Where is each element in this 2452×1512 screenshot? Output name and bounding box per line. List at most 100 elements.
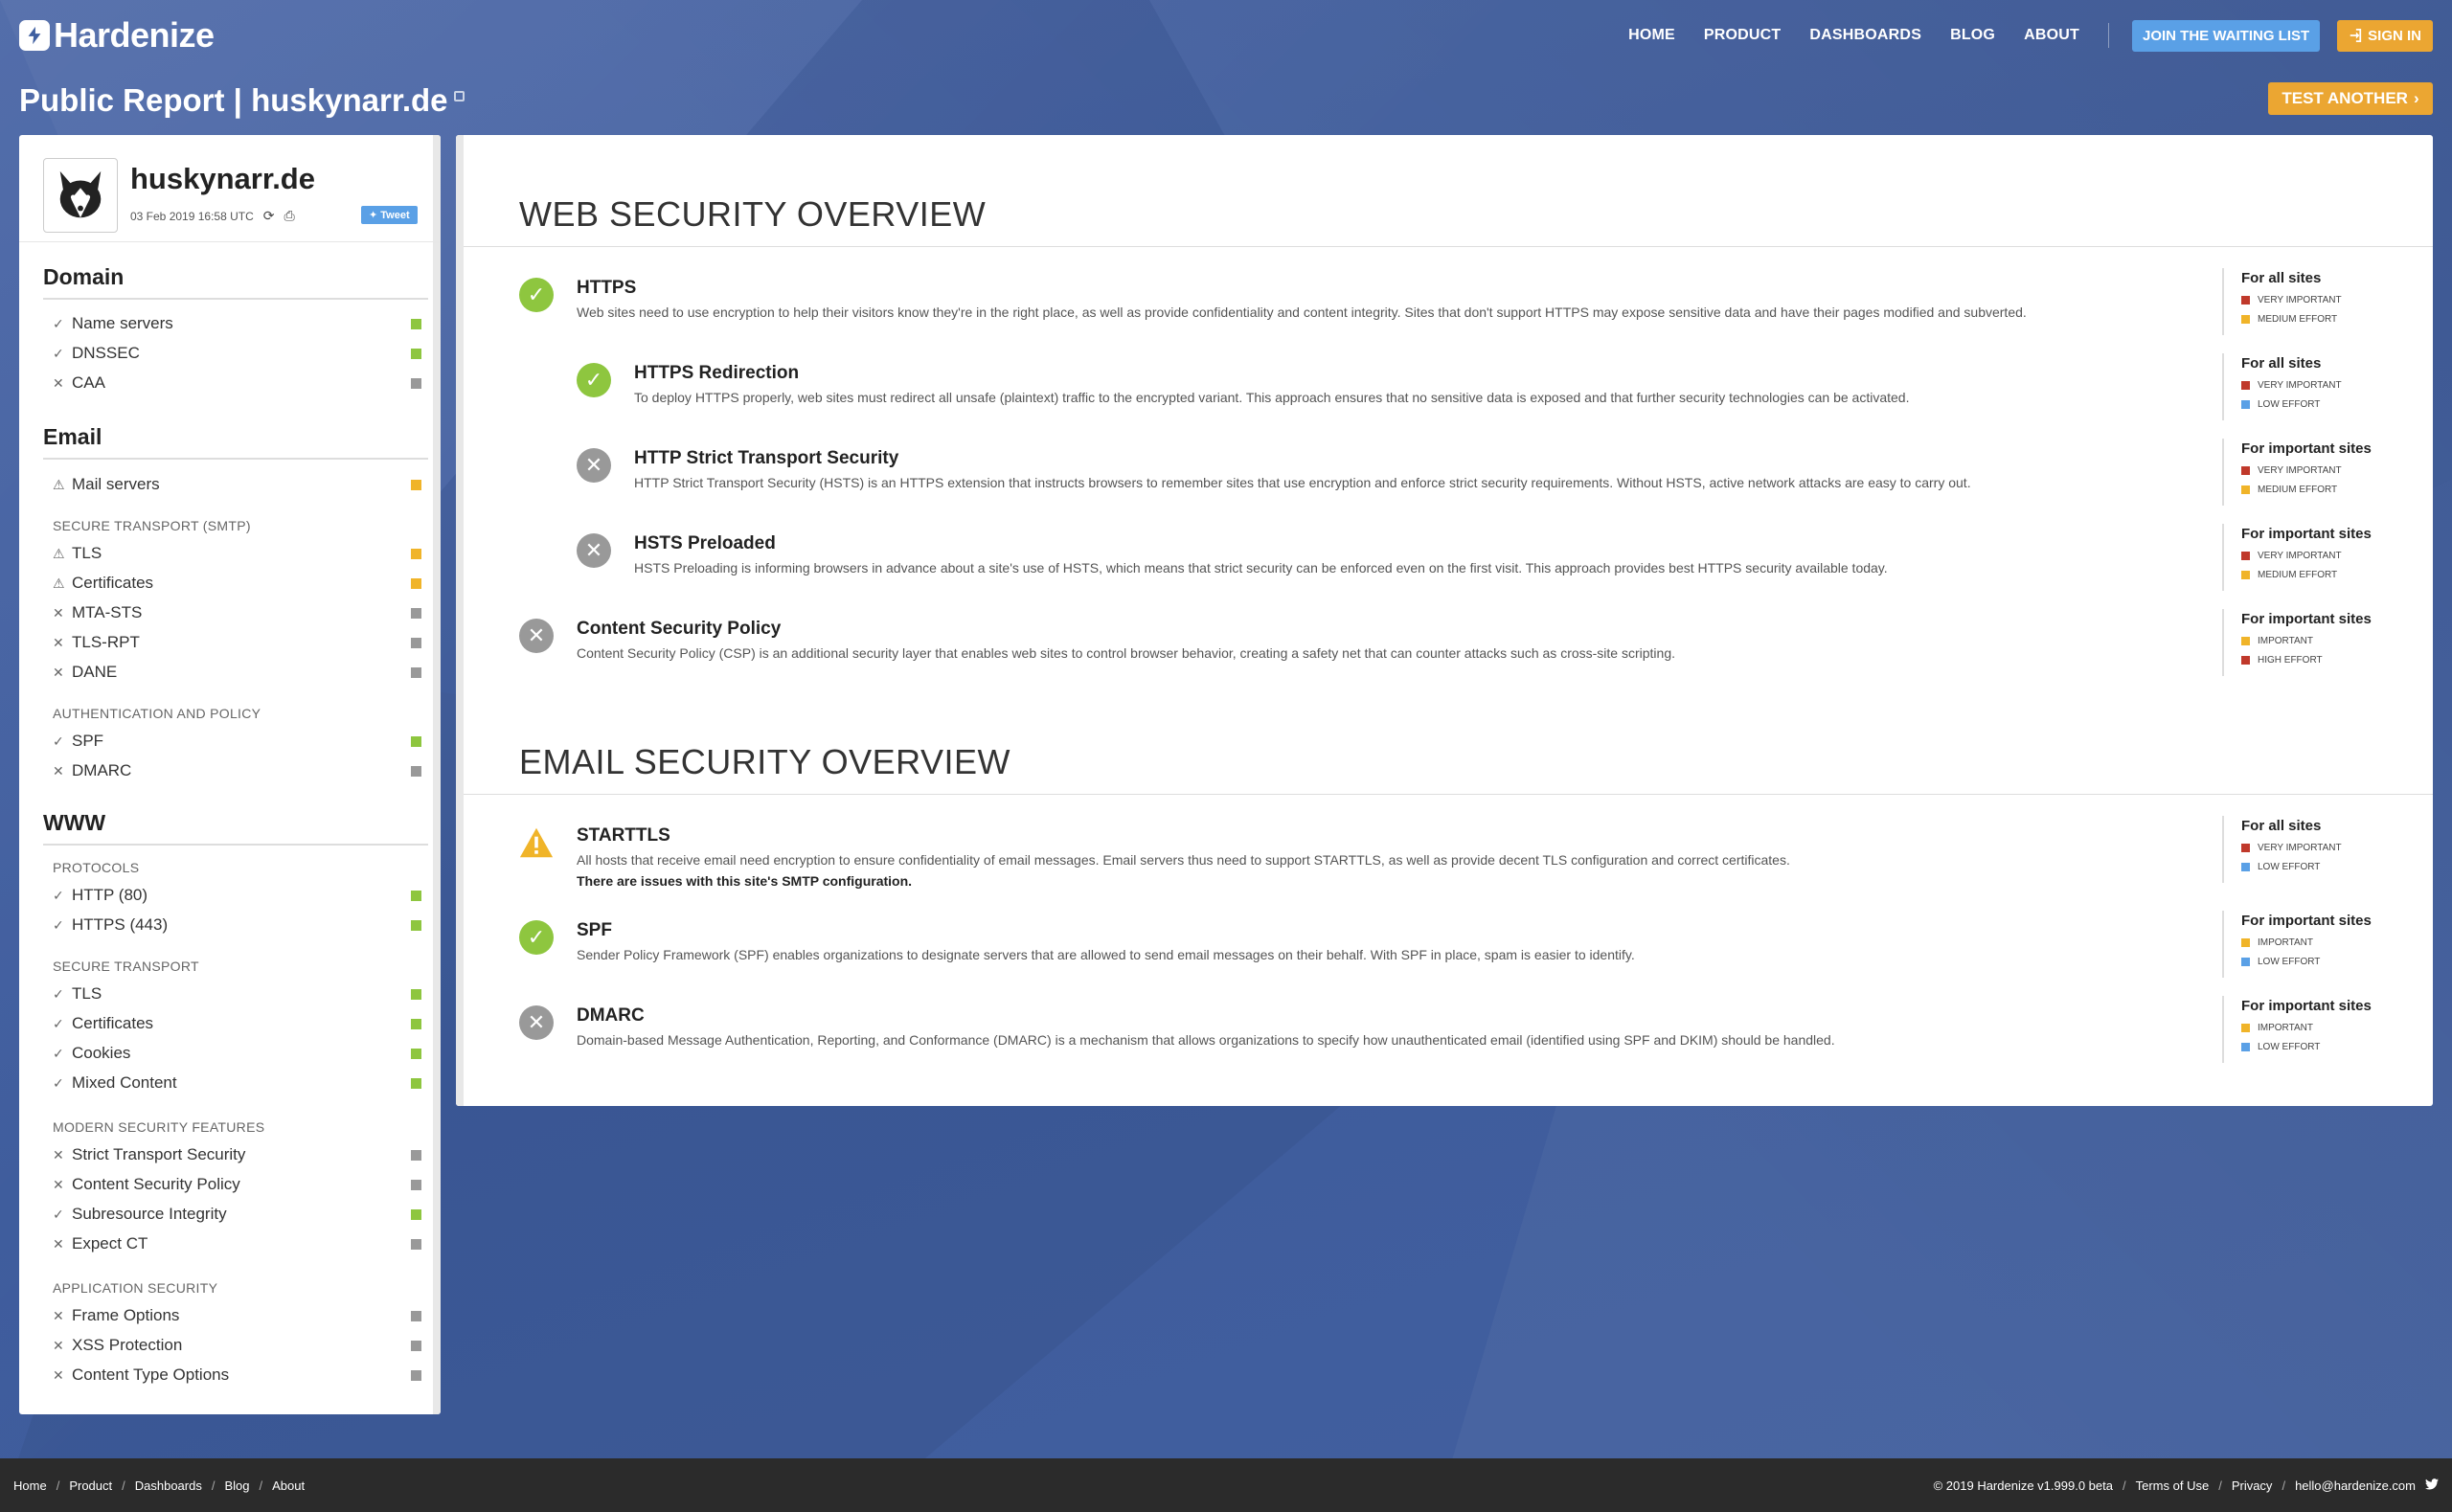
footer-product[interactable]: Product [69, 1478, 112, 1493]
tweet-button[interactable]: ✦ Tweet [361, 206, 418, 224]
footer: Home / Product / Dashboards / Blog / About ©… [0, 1458, 2452, 1512]
sidebar-item-label: XSS Protection [72, 1336, 183, 1354]
sidebar-item[interactable]: ✕ DMARC [53, 759, 421, 782]
check-icon: ✓ [53, 887, 64, 903]
effort-label: LOW EFFORT [2258, 957, 2321, 967]
sidebar-item-label: Certificates [72, 1014, 154, 1032]
nav-home[interactable]: HOME [1628, 27, 1675, 44]
overview-card: WEB SECURITY OVERVIEW ✓ HTTPS Web sites ne… [456, 135, 2433, 1106]
sidebar-item[interactable]: ✓ Name servers [53, 312, 421, 335]
effort-dot [2241, 400, 2250, 409]
overview-item-description: Sender Policy Framework (SPF) enables or… [577, 947, 1635, 962]
sidebar-item[interactable]: ✓ SPF [53, 730, 421, 753]
refresh-icon[interactable]: ⟳ [263, 208, 275, 224]
footer-email[interactable]: hello@hardenize.com [2295, 1478, 2416, 1493]
cross-icon: ✕ [53, 374, 64, 391]
sidebar-item[interactable]: ✓ TLS [53, 982, 421, 1005]
sidebar-item-label: Expect CT [72, 1234, 148, 1252]
sidebar-item[interactable]: ✕ Frame Options [53, 1304, 421, 1327]
overview-item-description: All hosts that receive email need encryp… [577, 852, 1790, 868]
sidebar-item[interactable]: ✓ Certificates [53, 1012, 421, 1035]
nav-about[interactable]: ABOUT [2024, 27, 2079, 44]
sidebar-item-label: Frame Options [72, 1306, 180, 1324]
test-another-label: TEST ANOTHER [2282, 89, 2408, 107]
status-square [411, 666, 421, 678]
copy-icon[interactable] [453, 90, 465, 102]
footer-dashboards[interactable]: Dashboards [135, 1478, 202, 1493]
sidebar-item-label: TLS [72, 984, 102, 1003]
web-security-heading: WEB SECURITY OVERVIEW [519, 194, 987, 234]
footer-sep: / [2282, 1478, 2286, 1493]
footer-privacy[interactable]: Privacy [2232, 1478, 2273, 1493]
sidebar-subheading: APPLICATION SECURITY [53, 1280, 218, 1296]
cross-icon: ✕ [53, 1235, 64, 1252]
meta-importance: IMPORTANT [2241, 636, 2414, 646]
meta-importance: IMPORTANT [2241, 937, 2414, 948]
sidebar-section-www: WWW [43, 810, 428, 846]
check-icon: ✓ [53, 1206, 64, 1222]
sidebar-item[interactable]: ✕ MTA-STS [53, 601, 421, 624]
status-square [411, 1077, 421, 1089]
sidebar-item[interactable]: ⚠ TLS [53, 542, 421, 565]
status-square [411, 1208, 421, 1220]
sidebar-item[interactable]: ✓ HTTP (80) [53, 884, 421, 907]
join-waiting-list-button[interactable]: JOIN THE WAITING LIST [2131, 19, 2321, 52]
overview-item-meta: For all sites VERY IMPORTANT MEDIUM EFFORT [2222, 268, 2414, 335]
sidebar-item-label: DANE [72, 663, 118, 681]
cross-icon: ✕ [53, 1307, 64, 1323]
warn-icon: ⚠ [53, 575, 65, 591]
overview-item-note: There are issues with this site's SMTP c… [577, 873, 913, 889]
sidebar-item[interactable]: ✕ Expect CT [53, 1232, 421, 1255]
sidebar-item[interactable]: ✓ HTTPS (443) [53, 914, 421, 937]
top-nav: Hardenize HOME PRODUCT DASHBOARDS BLOG A… [0, 0, 2452, 69]
sidebar-section-email-title: Email [43, 424, 428, 460]
sidebar-item[interactable]: ✓ DNSSEC [53, 342, 421, 365]
overview-item-title: Content Security Policy [577, 619, 782, 639]
sign-in-label: SIGN IN [2368, 27, 2421, 44]
sidebar-item[interactable]: ✕ Content Security Policy [53, 1173, 421, 1196]
tweet-label: Tweet [380, 210, 410, 221]
sidebar-item[interactable]: ✕ DANE [53, 661, 421, 684]
effort-label: MEDIUM EFFORT [2258, 485, 2338, 495]
footer-terms[interactable]: Terms of Use [2136, 1478, 2210, 1493]
test-another-button[interactable]: TEST ANOTHER › [2268, 82, 2433, 115]
sidebar-item[interactable]: ⚠ Mail servers [53, 473, 421, 496]
meta-importance: VERY IMPORTANT [2241, 295, 2414, 305]
sidebar-item[interactable]: ✓ Subresource Integrity [53, 1203, 421, 1226]
sidebar-item[interactable]: ✓ Mixed Content [53, 1072, 421, 1095]
overview-item-meta: For important sites VERY IMPORTANT MEDIUM … [2222, 439, 2414, 506]
print-icon[interactable]: ⎙ [284, 208, 294, 224]
footer-about[interactable]: About [272, 1478, 305, 1493]
sidebar-item[interactable]: ✕ XSS Protection [53, 1334, 421, 1357]
status-square [411, 1369, 421, 1381]
status-square [411, 1149, 421, 1161]
warning-icon [519, 825, 554, 860]
nav-blog[interactable]: BLOG [1950, 27, 1995, 44]
overview-item-meta: For all sites VERY IMPORTANT LOW EFFORT [2222, 353, 2414, 420]
importance-label: VERY IMPORTANT [2258, 465, 2342, 476]
nav-product[interactable]: PRODUCT [1704, 27, 1782, 44]
sidebar-item-label: TLS-RPT [72, 633, 140, 651]
footer-home[interactable]: Home [13, 1478, 47, 1493]
twitter-icon[interactable] [2425, 1478, 2439, 1493]
sidebar-item[interactable]: ✕ CAA [53, 372, 421, 395]
cross-icon: ✕ [53, 634, 64, 650]
sidebar-scrollbar[interactable] [433, 135, 441, 1414]
importance-label: IMPORTANT [2258, 1023, 2313, 1033]
sign-in-button[interactable]: SIGN IN [2337, 19, 2433, 52]
sidebar-item[interactable]: ✕ TLS-RPT [53, 631, 421, 654]
footer-blog[interactable]: Blog [224, 1478, 249, 1493]
meta-scope: For all sites [2241, 818, 2322, 834]
nav-dashboards[interactable]: DASHBOARDS [1809, 27, 1921, 44]
brand-logo[interactable]: Hardenize [19, 15, 215, 56]
sidebar-item[interactable]: ⚠ Certificates [53, 572, 421, 595]
sidebar-item[interactable]: ✕ Strict Transport Security [53, 1143, 421, 1166]
report-sidebar: huskynarr.de 03 Feb 2019 16:58 UTC ⟳ ⎙ ✦… [19, 135, 441, 1414]
sidebar-item[interactable]: ✓ Cookies [53, 1042, 421, 1065]
page-title: Public Report | huskynarr.de [19, 82, 465, 119]
sign-in-icon [2350, 29, 2362, 42]
sidebar-item[interactable]: ✕ Content Type Options [53, 1364, 421, 1387]
status-square [411, 318, 421, 329]
check-icon: ✓ [53, 1074, 64, 1091]
meta-effort: LOW EFFORT [2241, 957, 2414, 967]
